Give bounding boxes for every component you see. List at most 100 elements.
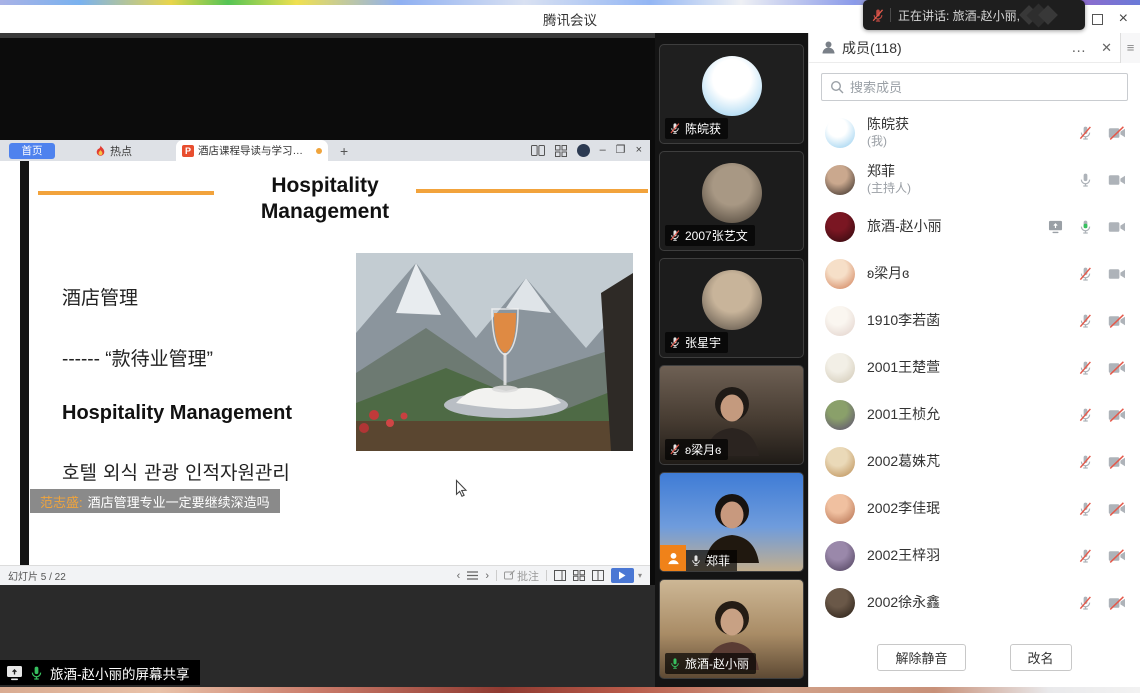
member-search-box[interactable] (821, 73, 1128, 101)
camera-muted-icon (1108, 596, 1126, 610)
member-name: 2002李佳珉 (867, 500, 940, 518)
mic-speaking-icon (1078, 219, 1093, 235)
members-panel-header: 成员(118) … ✕ ≡ (809, 33, 1140, 63)
video-thumbnail[interactable]: 旅酒-赵小丽 (659, 579, 804, 679)
mic-on-icon (1078, 172, 1093, 188)
thumbnail-name-chip: ʚ梁月ɞ (665, 439, 728, 460)
split-view-icon[interactable] (592, 570, 604, 581)
maximize-button[interactable] (1092, 14, 1103, 25)
video-thumbnail[interactable]: 张星宇 (659, 258, 804, 358)
screen-share-label: 旅酒-赵小丽的屏幕共享 (0, 660, 200, 685)
tab-label: 酒店课程导读与学习经验分享(1) (198, 143, 312, 158)
member-name: 2002葛姝芃 (867, 453, 940, 471)
member-row[interactable]: ʚ梁月ɞ (809, 250, 1140, 297)
slide-accent-line (38, 191, 214, 195)
member-row[interactable]: 2002王梓羽 (809, 532, 1140, 579)
browser-tab-home[interactable]: 首页 (9, 143, 55, 159)
browser-tab-hot[interactable]: 热点 (95, 143, 132, 159)
normal-view-icon[interactable] (554, 570, 566, 581)
mic-muted-icon (871, 8, 885, 23)
avatar (825, 494, 855, 524)
video-thumbnail[interactable]: 2007张艺文 (659, 151, 804, 251)
browser-tab-active[interactable]: P 酒店课程导读与学习经验分享(1) (176, 140, 328, 161)
slide-text-line: 호텔 외식 관광 인적자원관리 (62, 458, 290, 485)
prev-slide-button[interactable]: ‹ (457, 570, 461, 582)
screen-share-area: 首页 热点 P 酒店课程导读与学习经验分享(1) + (0, 33, 655, 687)
panel-menu-handle[interactable]: ≡ (1120, 33, 1140, 63)
split-screen-icon[interactable] (531, 145, 545, 156)
member-row[interactable]: 陈皖获(我) (809, 109, 1140, 156)
close-panel-button[interactable]: ✕ (1093, 40, 1120, 56)
video-thumbnail[interactable]: 郑菲 (659, 472, 804, 572)
play-dropdown-caret[interactable]: ▾ (638, 571, 642, 580)
member-name: 旅酒-赵小丽 (867, 218, 942, 236)
camera-muted-icon (1108, 126, 1126, 140)
video-thumbnail[interactable]: 陈皖获 (659, 44, 804, 144)
member-role: (主持人) (867, 181, 911, 196)
video-thumbnail[interactable]: ʚ梁月ɞ (659, 365, 804, 465)
thumbnail-name-chip: 张星宇 (665, 332, 728, 353)
mic-muted-icon (1078, 407, 1093, 423)
thumbnail-name-chip: 2007张艺文 (665, 225, 755, 246)
next-slide-button[interactable]: › (485, 570, 489, 582)
member-row[interactable]: 2001王桢允 (809, 391, 1140, 438)
chat-message-overlay: 范志盛: 酒店管理专业一定要继续深造吗 (30, 489, 280, 513)
slide-photo-wine-glass (356, 253, 633, 451)
camera-muted-icon (1108, 314, 1126, 328)
rename-button[interactable]: 改名 (1010, 644, 1072, 671)
slideshow-play-button[interactable] (611, 568, 634, 583)
desktop-edge-bottom (0, 687, 1140, 693)
member-row[interactable]: 2002葛姝芃 (809, 438, 1140, 485)
unmute-button[interactable]: 解除静音 (877, 644, 965, 671)
camera-muted-icon (1108, 408, 1126, 422)
avatar (825, 165, 855, 195)
mic-muted-icon (1078, 595, 1093, 611)
members-panel-title: 成员(118) (842, 38, 902, 58)
camera-muted-icon (1108, 502, 1126, 516)
close-button[interactable]: × (1119, 11, 1128, 27)
member-list: 陈皖获(我)郑菲(主持人)旅酒-赵小丽ʚ梁月ɞ1910李若菡2001王楚萱200… (809, 109, 1140, 635)
search-input[interactable] (850, 80, 1119, 95)
mouse-cursor (455, 479, 468, 503)
decorative-diamonds-icon (1028, 7, 1055, 24)
annotate-button[interactable]: 批注 (504, 568, 539, 584)
member-row[interactable]: 2002徐永鑫 (809, 579, 1140, 626)
tab-grid-icon[interactable] (555, 145, 567, 157)
member-row[interactable]: 1910李若菡 (809, 297, 1140, 344)
member-row[interactable]: 旅酒-赵小丽 (809, 203, 1140, 250)
avatar (825, 212, 855, 242)
member-name: 1910李若菡 (867, 312, 940, 330)
mic-muted-icon (1078, 266, 1093, 282)
more-options-button[interactable]: … (1065, 39, 1093, 56)
slide-accent-line (416, 189, 648, 193)
mic-on-icon (690, 554, 702, 567)
member-name: 郑菲 (867, 163, 911, 181)
mic-active-icon (29, 665, 44, 681)
unsaved-dot-icon (316, 148, 322, 154)
shared-browser-window: 首页 热点 P 酒店课程导读与学习经验分享(1) + (0, 140, 650, 585)
avatar (825, 353, 855, 383)
browser-minimize-button[interactable]: – (600, 145, 606, 156)
mic-muted-icon (669, 122, 681, 135)
member-name: 2002王梓羽 (867, 547, 940, 565)
divider (890, 8, 891, 22)
thumbnail-name-chip: 陈皖获 (665, 118, 728, 139)
member-row[interactable]: 2002李佳珉 (809, 485, 1140, 532)
browser-profile-avatar[interactable] (577, 144, 590, 157)
browser-maximize-button[interactable]: ❐ (616, 145, 626, 156)
wps-presentation-icon: P (182, 145, 194, 157)
screen-sharing-icon (1048, 220, 1063, 234)
avatar (825, 447, 855, 477)
browser-close-button[interactable]: × (636, 145, 642, 156)
slide-list-button[interactable] (467, 571, 478, 580)
new-tab-button[interactable]: + (340, 143, 348, 159)
participant-name: 郑菲 (706, 552, 730, 569)
avatar (825, 400, 855, 430)
tab-label: 热点 (110, 143, 132, 159)
presentation-status-bar: 幻灯片 5 / 22 ‹ › 批注 (0, 565, 650, 585)
mic-muted-icon (1078, 125, 1093, 141)
member-row[interactable]: 郑菲(主持人) (809, 156, 1140, 203)
grid-view-icon[interactable] (573, 570, 585, 581)
member-row[interactable]: 2001王楚萱 (809, 344, 1140, 391)
avatar (825, 259, 855, 289)
